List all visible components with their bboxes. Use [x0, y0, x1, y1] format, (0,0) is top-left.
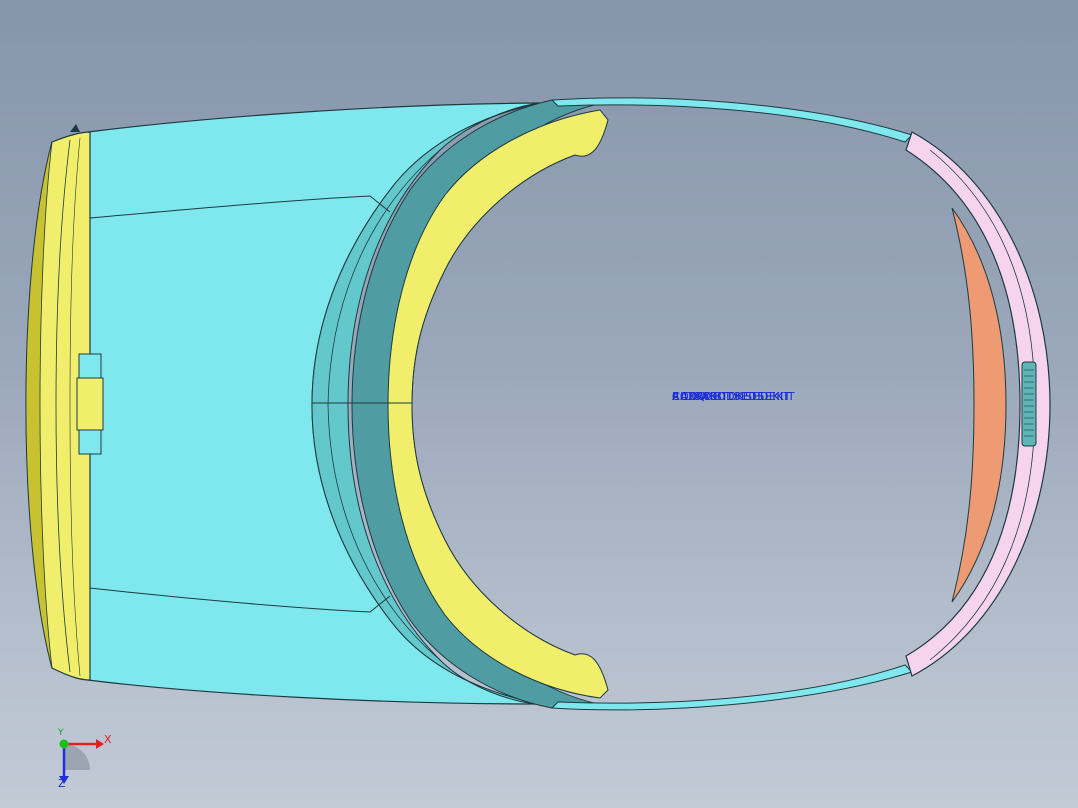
graphics-viewport[interactable]: ACXRDIODKETEEKIT CIDOASITDKSEDEKIT CADQX… [0, 0, 1078, 808]
latch-mid [76, 377, 104, 431]
latch-top[interactable] [78, 353, 102, 379]
coordinate-triad: X Y Z [46, 726, 116, 792]
z-axis-label: Z [58, 777, 66, 790]
annotation-layer-4: ROOWKIT [672, 390, 729, 403]
latch-bottom[interactable] [78, 429, 102, 455]
cover-notch [70, 124, 80, 132]
x-axis-label: X [104, 733, 112, 746]
vr-headset-model[interactable] [0, 0, 1078, 808]
y-axis-label: Y [58, 728, 64, 738]
adjustment-dial[interactable] [1021, 361, 1037, 447]
